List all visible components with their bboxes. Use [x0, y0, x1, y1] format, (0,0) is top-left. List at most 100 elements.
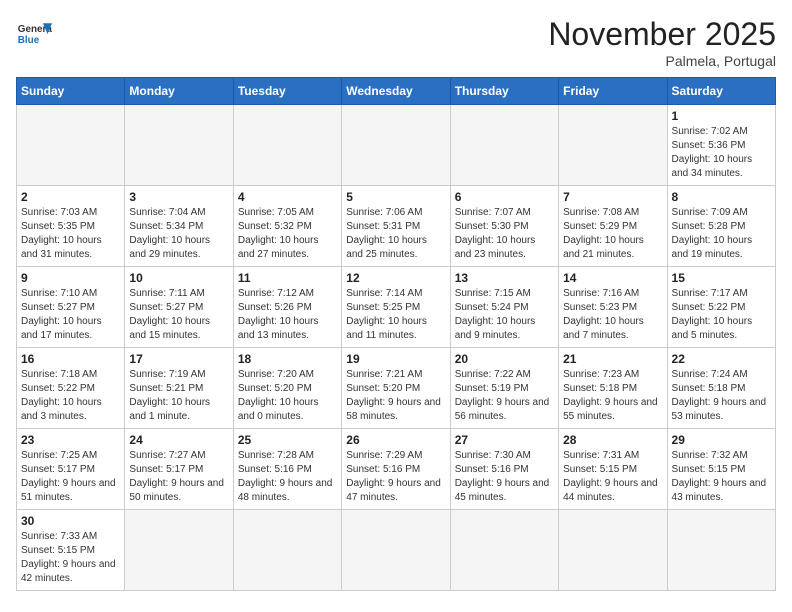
- day-info: Sunrise: 7:05 AM Sunset: 5:32 PM Dayligh…: [238, 206, 337, 262]
- table-row: [450, 510, 558, 591]
- table-row: 17Sunrise: 7:19 AM Sunset: 5:21 PM Dayli…: [125, 348, 233, 429]
- day-number: 9: [21, 271, 120, 285]
- day-number: 30: [21, 514, 120, 528]
- day-info: Sunrise: 7:28 AM Sunset: 5:16 PM Dayligh…: [238, 449, 337, 505]
- table-row: [342, 105, 450, 186]
- table-row: 3 Sunrise: 7:04 AM Sunset: 5:34 PM Daylig…: [125, 186, 233, 267]
- calendar-week-row: 1 Sunrise: 7:02 AM Sunset: 5:36 PM Daylig…: [17, 105, 776, 186]
- day-info: Sunrise: 7:14 AM Sunset: 5:25 PM Dayligh…: [346, 287, 445, 343]
- day-number: 22: [672, 352, 771, 366]
- table-row: 15 Sunrise: 7:17 AM Sunset: 5:22 PM Dayli…: [667, 267, 775, 348]
- table-row: [233, 105, 341, 186]
- day-number: 23: [21, 433, 120, 447]
- day-number: 28: [563, 433, 662, 447]
- table-row: 20 Sunrise: 7:22 AM Sunset: 5:19 PM Dayli…: [450, 348, 558, 429]
- table-row: 5 Sunrise: 7:06 AM Sunset: 5:31 PM Daylig…: [342, 186, 450, 267]
- day-number: 13: [455, 271, 554, 285]
- day-number: 17: [129, 352, 228, 366]
- table-row: 2Sunrise: 7:03 AM Sunset: 5:35 PM Daylig…: [17, 186, 125, 267]
- col-saturday: Saturday: [667, 78, 775, 105]
- day-info: Sunrise: 7:31 AM Sunset: 5:15 PM Dayligh…: [563, 449, 662, 505]
- day-info: Sunrise: 7:09 AM Sunset: 5:28 PM Dayligh…: [672, 206, 771, 262]
- day-info: Sunrise: 7:08 AM Sunset: 5:29 PM Dayligh…: [563, 206, 662, 262]
- svg-text:Blue: Blue: [18, 35, 40, 46]
- table-row: 13 Sunrise: 7:15 AM Sunset: 5:24 PM Dayli…: [450, 267, 558, 348]
- logo: General Blue: [16, 16, 52, 52]
- day-info: Sunrise: 7:33 AM Sunset: 5:15 PM Dayligh…: [21, 530, 120, 586]
- day-number: 16: [21, 352, 120, 366]
- day-number: 4: [238, 190, 337, 204]
- table-row: 30 Sunrise: 7:33 AM Sunset: 5:15 PM Dayli…: [17, 510, 125, 591]
- table-row: 27Sunrise: 7:30 AM Sunset: 5:16 PM Dayli…: [450, 429, 558, 510]
- day-number: 21: [563, 352, 662, 366]
- day-info: Sunrise: 7:21 AM Sunset: 5:20 PM Dayligh…: [346, 368, 445, 424]
- col-tuesday: Tuesday: [233, 78, 341, 105]
- day-number: 29: [672, 433, 771, 447]
- table-row: [667, 510, 775, 591]
- day-number: 1: [672, 109, 771, 123]
- col-sunday: Sunday: [17, 78, 125, 105]
- day-info: Sunrise: 7:16 AM Sunset: 5:23 PM Dayligh…: [563, 287, 662, 343]
- col-monday: Monday: [125, 78, 233, 105]
- table-row: 7 Sunrise: 7:08 AM Sunset: 5:29 PM Daylig…: [559, 186, 667, 267]
- calendar-week-row: 9 Sunrise: 7:10 AM Sunset: 5:27 PM Daylig…: [17, 267, 776, 348]
- day-number: 24: [129, 433, 228, 447]
- day-info: Sunrise: 7:12 AM Sunset: 5:26 PM Dayligh…: [238, 287, 337, 343]
- table-row: [125, 105, 233, 186]
- table-row: 12Sunrise: 7:14 AM Sunset: 5:25 PM Dayli…: [342, 267, 450, 348]
- col-friday: Friday: [559, 78, 667, 105]
- month-title: November 2025: [548, 16, 776, 53]
- day-info: Sunrise: 7:18 AM Sunset: 5:22 PM Dayligh…: [21, 368, 120, 424]
- table-row: [450, 105, 558, 186]
- day-info: Sunrise: 7:20 AM Sunset: 5:20 PM Dayligh…: [238, 368, 337, 424]
- day-info: Sunrise: 7:22 AM Sunset: 5:19 PM Dayligh…: [455, 368, 554, 424]
- day-info: Sunrise: 7:15 AM Sunset: 5:24 PM Dayligh…: [455, 287, 554, 343]
- day-info: Sunrise: 7:04 AM Sunset: 5:34 PM Dayligh…: [129, 206, 228, 262]
- location: Palmela, Portugal: [548, 53, 776, 69]
- calendar-week-row: 2Sunrise: 7:03 AM Sunset: 5:35 PM Daylig…: [17, 186, 776, 267]
- day-info: Sunrise: 7:10 AM Sunset: 5:27 PM Dayligh…: [21, 287, 120, 343]
- table-row: 4 Sunrise: 7:05 AM Sunset: 5:32 PM Daylig…: [233, 186, 341, 267]
- day-number: 5: [346, 190, 445, 204]
- table-row: 8Sunrise: 7:09 AM Sunset: 5:28 PM Daylig…: [667, 186, 775, 267]
- day-info: Sunrise: 7:32 AM Sunset: 5:15 PM Dayligh…: [672, 449, 771, 505]
- table-row: [559, 510, 667, 591]
- day-info: Sunrise: 7:06 AM Sunset: 5:31 PM Dayligh…: [346, 206, 445, 262]
- day-number: 10: [129, 271, 228, 285]
- day-info: Sunrise: 7:23 AM Sunset: 5:18 PM Dayligh…: [563, 368, 662, 424]
- table-row: 6Sunrise: 7:07 AM Sunset: 5:30 PM Daylig…: [450, 186, 558, 267]
- table-row: 28 Sunrise: 7:31 AM Sunset: 5:15 PM Dayli…: [559, 429, 667, 510]
- table-row: 21 Sunrise: 7:23 AM Sunset: 5:18 PM Dayli…: [559, 348, 667, 429]
- table-row: [233, 510, 341, 591]
- table-row: [125, 510, 233, 591]
- table-row: 23 Sunrise: 7:25 AM Sunset: 5:17 PM Dayli…: [17, 429, 125, 510]
- day-info: Sunrise: 7:25 AM Sunset: 5:17 PM Dayligh…: [21, 449, 120, 505]
- day-number: 6: [455, 190, 554, 204]
- title-area: November 2025 Palmela, Portugal: [548, 16, 776, 69]
- day-number: 7: [563, 190, 662, 204]
- table-row: 11Sunrise: 7:12 AM Sunset: 5:26 PM Dayli…: [233, 267, 341, 348]
- day-info: Sunrise: 7:24 AM Sunset: 5:18 PM Dayligh…: [672, 368, 771, 424]
- table-row: 16 Sunrise: 7:18 AM Sunset: 5:22 PM Dayli…: [17, 348, 125, 429]
- calendar-week-row: 30 Sunrise: 7:33 AM Sunset: 5:15 PM Dayli…: [17, 510, 776, 591]
- table-row: [342, 510, 450, 591]
- day-info: Sunrise: 7:17 AM Sunset: 5:22 PM Dayligh…: [672, 287, 771, 343]
- day-number: 19: [346, 352, 445, 366]
- header: General Blue November 2025 Palmela, Port…: [16, 16, 776, 69]
- table-row: 19 Sunrise: 7:21 AM Sunset: 5:20 PM Dayli…: [342, 348, 450, 429]
- table-row: [559, 105, 667, 186]
- day-number: 14: [563, 271, 662, 285]
- calendar-header-row: Sunday Monday Tuesday Wednesday Thursday…: [17, 78, 776, 105]
- table-row: 22 Sunrise: 7:24 AM Sunset: 5:18 PM Dayli…: [667, 348, 775, 429]
- table-row: 14 Sunrise: 7:16 AM Sunset: 5:23 PM Dayli…: [559, 267, 667, 348]
- day-number: 15: [672, 271, 771, 285]
- day-number: 27: [455, 433, 554, 447]
- col-wednesday: Wednesday: [342, 78, 450, 105]
- day-info: Sunrise: 7:29 AM Sunset: 5:16 PM Dayligh…: [346, 449, 445, 505]
- day-number: 20: [455, 352, 554, 366]
- day-number: 3: [129, 190, 228, 204]
- table-row: 25Sunrise: 7:28 AM Sunset: 5:16 PM Dayli…: [233, 429, 341, 510]
- table-row: 24Sunrise: 7:27 AM Sunset: 5:17 PM Dayli…: [125, 429, 233, 510]
- day-info: Sunrise: 7:02 AM Sunset: 5:36 PM Dayligh…: [672, 125, 771, 181]
- logo-icon: General Blue: [16, 16, 52, 52]
